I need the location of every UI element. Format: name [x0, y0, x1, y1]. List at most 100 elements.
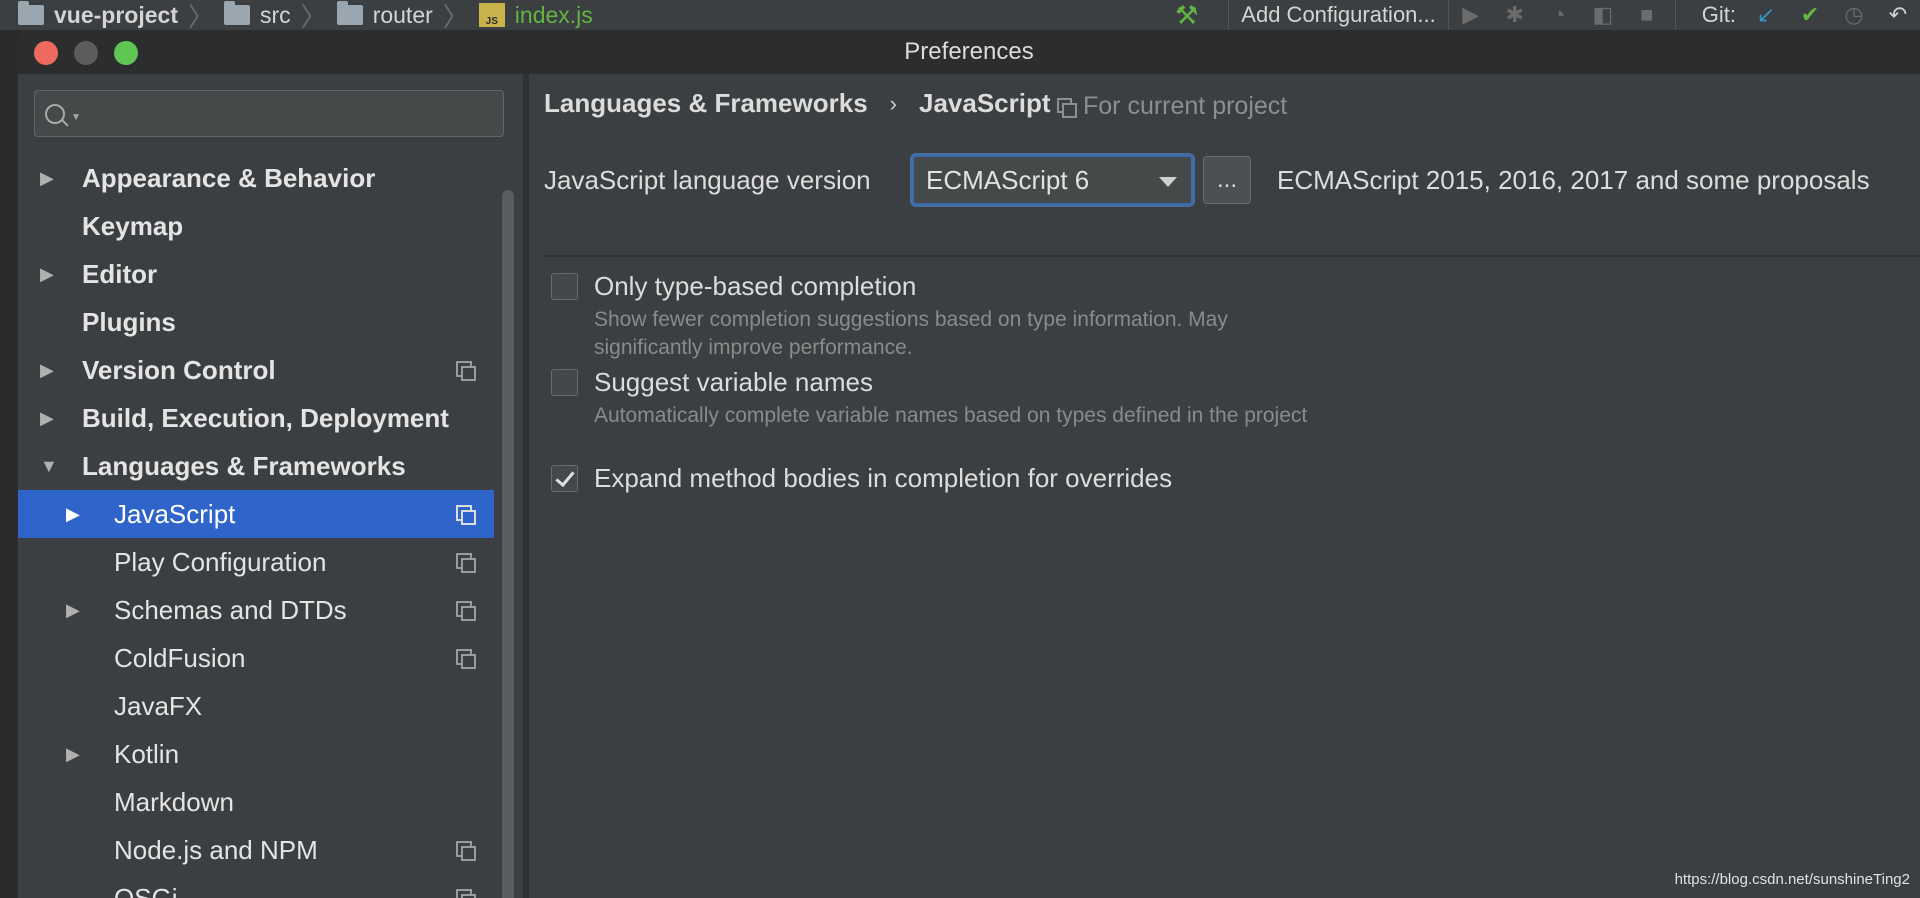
- breadcrumb-separator-icon: 〉: [187, 1, 214, 32]
- expand-arrow-right-icon[interactable]: ▶: [40, 360, 60, 381]
- project-scope-icon: [1057, 97, 1077, 118]
- sidebar-item-label: Build, Execution, Deployment: [82, 402, 449, 433]
- option-description: Show fewer completion suggestions based …: [594, 308, 1228, 359]
- sidebar-item-label: ColdFusion: [114, 642, 246, 673]
- option-type-based-completion: Only type-based completion Show fewer co…: [551, 270, 1334, 362]
- breadcrumb-parent: Languages & Frameworks: [544, 88, 868, 118]
- minimize-window-button[interactable]: [74, 41, 98, 65]
- language-version-row: JavaScript language version ECMAScript 6…: [544, 155, 1920, 205]
- settings-content: Languages & Frameworks › JavaScript For …: [529, 74, 1920, 898]
- sidebar-item-plugins[interactable]: Plugins: [18, 298, 494, 346]
- expand-arrow-right-icon[interactable]: ▶: [66, 600, 86, 621]
- project-icon: [18, 1, 44, 25]
- stop-icon[interactable]: ■: [1633, 2, 1661, 27]
- sidebar-item-javafx[interactable]: JavaFX: [18, 682, 494, 730]
- expand-arrow-right-icon[interactable]: ▶: [40, 408, 60, 429]
- sidebar-item-osgi[interactable]: OSGi: [18, 874, 494, 898]
- sidebar-item-label: Languages & Frameworks: [82, 450, 406, 481]
- add-configuration-button[interactable]: Add Configuration...: [1228, 0, 1449, 30]
- project-scope-icon: [456, 505, 476, 525]
- project-scope-icon: [456, 553, 476, 573]
- settings-search-box[interactable]: ▼: [34, 90, 504, 137]
- breadcrumb-project[interactable]: vue-project: [54, 2, 178, 29]
- sidebar-item-kotlin[interactable]: ▶ Kotlin: [18, 730, 494, 778]
- expand-arrow-down-icon[interactable]: ▼: [40, 456, 60, 477]
- language-version-select[interactable]: ECMAScript 6: [912, 155, 1193, 205]
- sidebar-item-javascript[interactable]: ▶ JavaScript: [18, 490, 494, 538]
- coverage-icon[interactable]: ◔: [1545, 2, 1573, 27]
- ide-editor-edge: [0, 30, 18, 898]
- sidebar-item-label: Schemas and DTDs: [114, 594, 347, 625]
- sidebar-item-label: Appearance & Behavior: [82, 162, 376, 193]
- breadcrumb-router[interactable]: router: [373, 2, 433, 29]
- sidebar-item-play-configuration[interactable]: Play Configuration: [18, 538, 494, 586]
- git-revert-icon[interactable]: ↶: [1884, 2, 1912, 27]
- window-controls: [34, 41, 138, 65]
- settings-search-input[interactable]: [88, 91, 503, 136]
- type-based-completion-checkbox[interactable]: [551, 272, 578, 300]
- for-current-project-text: For current project: [1083, 92, 1288, 120]
- suggest-variable-names-checkbox[interactable]: [551, 368, 578, 396]
- option-title[interactable]: Suggest variable names: [594, 367, 873, 398]
- breadcrumb-file[interactable]: index.js: [515, 2, 593, 29]
- maximize-window-button[interactable]: [114, 41, 138, 65]
- run-icon[interactable]: ▶: [1457, 2, 1485, 27]
- toolbar-divider: [1674, 0, 1676, 30]
- git-update-icon[interactable]: ↙: [1752, 2, 1780, 27]
- git-commit-icon[interactable]: ✔: [1796, 2, 1824, 27]
- settings-tree: ▶ Appearance & Behavior Keymap ▶ Editor Plugi…: [18, 154, 494, 898]
- project-scope-icon: [456, 601, 476, 621]
- sidebar-item-label: Editor: [82, 258, 158, 289]
- sidebar-item-schemas-and-dtds[interactable]: ▶ Schemas and DTDs: [18, 586, 494, 634]
- sidebar-scrollbar[interactable]: [502, 190, 514, 898]
- folder-icon: [336, 1, 363, 25]
- sidebar-item-label: Plugins: [82, 306, 176, 337]
- ide-breadcrumb: vue-project 〉 src 〉 router 〉 JS index.js: [18, 0, 593, 32]
- project-scope-icon: [456, 889, 476, 898]
- expand-arrow-right-icon[interactable]: ▶: [66, 744, 86, 765]
- settings-breadcrumb: Languages & Frameworks › JavaScript: [544, 88, 1051, 119]
- folder-icon: [224, 1, 250, 25]
- expand-arrow-right-icon[interactable]: ▶: [66, 504, 86, 525]
- sidebar-item-markdown[interactable]: Markdown: [18, 778, 494, 826]
- expand-method-bodies-checkbox[interactable]: [551, 464, 578, 492]
- sidebar-item-coldfusion[interactable]: ColdFusion: [18, 634, 494, 682]
- dialog-title: Preferences: [904, 38, 1034, 65]
- project-scope-icon: [456, 649, 476, 669]
- breadcrumb-current: JavaScript: [918, 88, 1051, 118]
- breadcrumb-separator-icon: 〉: [300, 1, 327, 32]
- build-hammer-icon[interactable]: ⚒: [1175, 0, 1198, 31]
- debug-icon[interactable]: ✱: [1501, 2, 1529, 27]
- close-window-button[interactable]: [34, 41, 58, 65]
- sidebar-item-editor[interactable]: ▶ Editor: [18, 250, 494, 298]
- ide-toolbar: vue-project 〉 src 〉 router 〉 JS index.js…: [0, 0, 1920, 32]
- expand-arrow-right-icon[interactable]: ▶: [40, 264, 60, 285]
- sidebar-item-label: Play Configuration: [114, 546, 327, 577]
- git-history-icon[interactable]: ◷: [1840, 2, 1868, 27]
- watermark: https://blog.csdn.net/sunshineTing2: [1674, 871, 1910, 888]
- option-title[interactable]: Expand method bodies in completion for o…: [594, 463, 1172, 494]
- sidebar-item-build-execution-deployment[interactable]: ▶ Build, Execution, Deployment: [18, 394, 494, 442]
- search-icon[interactable]: [45, 103, 65, 124]
- profile-icon[interactable]: ◧: [1589, 2, 1617, 27]
- sidebar-item-keymap[interactable]: Keymap: [18, 202, 494, 250]
- option-title[interactable]: Only type-based completion: [594, 271, 916, 302]
- js-file-icon: JS: [478, 3, 505, 27]
- breadcrumb-src[interactable]: src: [260, 2, 291, 29]
- more-options-button[interactable]: ...: [1203, 156, 1251, 204]
- dialog-titlebar: Preferences: [18, 30, 1920, 74]
- sidebar-item-version-control[interactable]: ▶ Version Control: [18, 346, 494, 394]
- option-description: Automatically complete variable names ba…: [594, 404, 1308, 427]
- sidebar-item-appearance-behavior[interactable]: ▶ Appearance & Behavior: [18, 154, 494, 202]
- expand-arrow-right-icon[interactable]: ▶: [40, 168, 60, 189]
- sidebar-item-node-js-and-npm[interactable]: Node.js and NPM: [18, 826, 494, 874]
- sidebar-item-label: JavaScript: [114, 498, 236, 529]
- preferences-dialog: Preferences ▼ ▶ Appearance & Behavior Keym…: [18, 30, 1920, 898]
- sidebar-item-label: Kotlin: [114, 738, 180, 769]
- project-scope-icon: [456, 361, 476, 381]
- sidebar-item-label: JavaFX: [114, 690, 203, 721]
- sidebar-item-languages-frameworks[interactable]: ▼ Languages & Frameworks: [18, 442, 494, 490]
- sidebar-item-label: Keymap: [82, 210, 184, 241]
- ide-toolbar-right: ⚒ Add Configuration... ▶ ✱ ◔ ◧ ■ Git: ↙ …: [1175, 0, 1920, 30]
- chevron-down-icon[interactable]: ▼: [71, 112, 81, 123]
